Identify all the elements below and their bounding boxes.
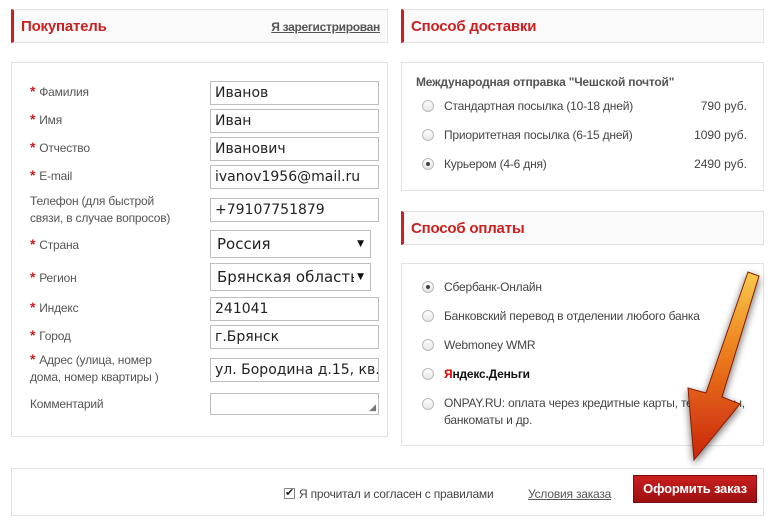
yandex-money-logo: Яндекс.Деньги [444, 367, 530, 381]
arrow-pointer-icon [687, 271, 760, 462]
region-select[interactable]: Брянская область ▼ [210, 263, 371, 291]
agree-text: Я прочитал и согласен с правилами [299, 487, 494, 501]
payment-option-label: Webmoney WMR [444, 338, 536, 352]
resize-grip-icon[interactable]: ◢ [369, 402, 376, 413]
delivery-price-priority: 1090 руб. [694, 128, 747, 142]
radio-button[interactable] [422, 398, 434, 410]
field-region-label: * Регион [30, 269, 77, 285]
field-zip-label: * Индекс [30, 299, 79, 315]
patronymic-input[interactable]: Иванович [210, 137, 379, 161]
delivery-header: Способ доставки [401, 9, 764, 43]
email-input[interactable]: ivanov1956@mail.ru [210, 165, 379, 189]
phone-input[interactable]: +79107751879 [210, 198, 379, 222]
field-lastname-label: * Фамилия [30, 83, 89, 99]
buyer-form: * Фамилия Иванов * Имя Иван * Отчество Иван… [11, 62, 388, 437]
radio-button-selected[interactable] [422, 158, 434, 170]
field-firstname-label: * Имя [30, 111, 63, 127]
delivery-option-label: Приоритетная посылка (6-15 дней) [444, 128, 633, 142]
agree-checkbox[interactable]: ✔ [284, 487, 295, 499]
delivery-subtitle: Международная отправка "Чешской почтой" [416, 75, 675, 89]
radio-button[interactable] [422, 129, 434, 141]
field-city-label: * Город [30, 327, 71, 343]
delivery-price-courier: 2490 руб. [694, 157, 747, 171]
zip-input[interactable]: 241041 [210, 297, 379, 321]
radio-button[interactable] [422, 310, 434, 322]
delivery-price-standard: 790 руб. [700, 99, 747, 113]
radio-button[interactable] [422, 100, 434, 112]
radio-button[interactable] [422, 368, 434, 380]
radio-button[interactable] [422, 339, 434, 351]
field-patronymic-label: * Отчество [30, 139, 90, 155]
registered-link[interactable]: Я зарегистрирован [271, 20, 380, 34]
field-address-label: * Адрес (улица, номер дома, номер квартиры… [30, 351, 159, 384]
field-comment-label: Комментарий [30, 397, 104, 411]
region-select-value: Брянская область [217, 268, 359, 286]
delivery-option-label: Курьером (4-6 дня) [444, 157, 547, 171]
payment-option-label: Банковский перевод в отделении любого ба… [444, 309, 700, 323]
checkmark-icon: ✔ [285, 487, 295, 499]
city-input[interactable]: г.Брянск [210, 325, 379, 349]
buyer-title: Покупатель [21, 18, 107, 35]
submit-order-button[interactable]: Оформить заказ [633, 475, 757, 503]
payment-header: Способ оплаты [401, 211, 764, 245]
payment-option-label: Сбербанк-Онлайн [444, 280, 542, 294]
field-email-label: * E-mail [30, 167, 73, 183]
country-select[interactable]: Россия ▼ [210, 230, 371, 258]
chevron-down-icon: ▼ [357, 239, 364, 249]
chevron-down-icon: ▼ [354, 272, 364, 282]
country-select-value: Россия [217, 235, 271, 253]
terms-link[interactable]: Условия заказа [528, 487, 611, 501]
radio-button-selected[interactable] [422, 281, 434, 293]
firstname-input[interactable]: Иван [210, 109, 379, 133]
comment-textarea[interactable]: ◢ [210, 393, 379, 415]
delivery-title: Способ доставки [411, 18, 537, 35]
lastname-input[interactable]: Иванов [210, 81, 379, 105]
field-phone-label: Телефон (для быстрой связи, в случае вопр… [30, 194, 171, 225]
field-country-label: * Страна [30, 236, 79, 252]
address-input[interactable]: ул. Бородина д.15, кв.6 [210, 358, 379, 382]
delivery-option-label: Стандартная посылка (10-18 дней) [444, 99, 633, 113]
payment-title: Способ оплаты [411, 220, 525, 237]
delivery-panel: Международная отправка "Чешской почтой" … [401, 62, 764, 191]
buyer-header: Покупатель Я зарегистрирован [11, 9, 388, 43]
